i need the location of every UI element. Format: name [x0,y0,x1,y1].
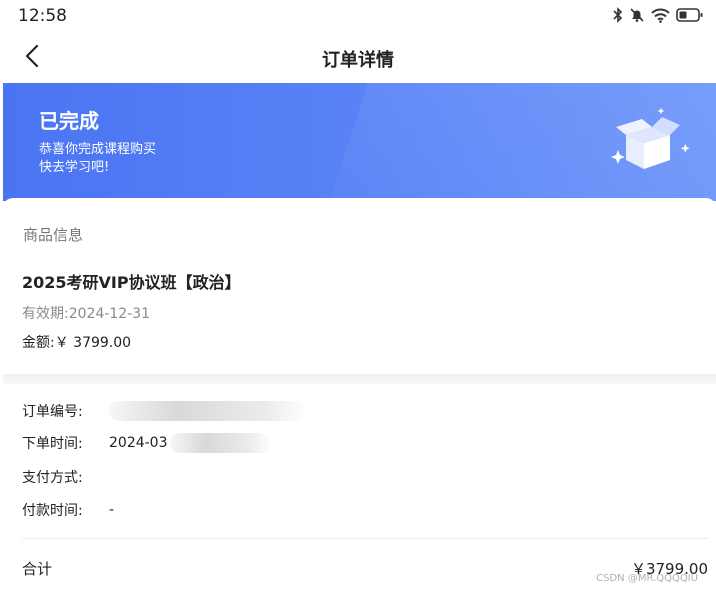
order-time-row: 下单时间: 2024-03 [22,433,270,453]
total-divider [22,538,708,539]
status-message-line-2: 快去学习吧! [39,160,110,175]
order-time-redacted [169,433,270,453]
watermark: CSDN @MR.QQQQIU [596,573,698,584]
battery-icon [676,7,704,23]
bluetooth-icon [613,7,623,23]
payment-time-value: - [109,502,115,518]
wifi-icon [651,8,670,23]
product-name: 2025考研VIP协议班【政治】 [22,273,241,292]
order-time-label: 下单时间: [22,436,83,452]
page-title: 订单详情 [322,50,394,71]
order-status-banner: 已完成 恭喜你完成课程购买 快去学习吧! [3,83,716,201]
product-info-card: 商品信息 2025考研VIP协议班【政治】 有效期:2024-12-31 金额:… [3,198,716,374]
mute-bell-icon [629,7,645,23]
payment-method-label: 支付方式: [22,470,83,486]
order-number-row: 订单编号: [22,401,305,421]
order-status-title: 已完成 [39,109,99,133]
status-time: 12:58 [18,6,67,26]
order-number-label: 订单编号: [22,404,83,420]
product-section-label: 商品信息 [23,226,84,244]
product-validity: 有效期:2024-12-31 [22,306,151,322]
open-box-icon [604,105,694,179]
section-divider [3,374,716,384]
total-label: 合计 [22,560,53,578]
status-bar: 12:58 [0,0,716,32]
order-time-value: 2024-03 [109,435,168,451]
status-icons [613,7,704,23]
payment-method-row: 支付方式: [22,467,109,487]
nav-bar: 订单详情 [0,36,716,80]
status-message-line-1: 恭喜你完成课程购买 [39,142,157,157]
payment-time-row: 付款时间: - [22,500,114,520]
order-status-message: 恭喜你完成课程购买 快去学习吧! [39,141,156,177]
order-number-redacted [109,401,305,421]
product-amount: 金额:￥ 3799.00 [22,335,132,351]
payment-time-label: 付款时间: [22,503,83,519]
